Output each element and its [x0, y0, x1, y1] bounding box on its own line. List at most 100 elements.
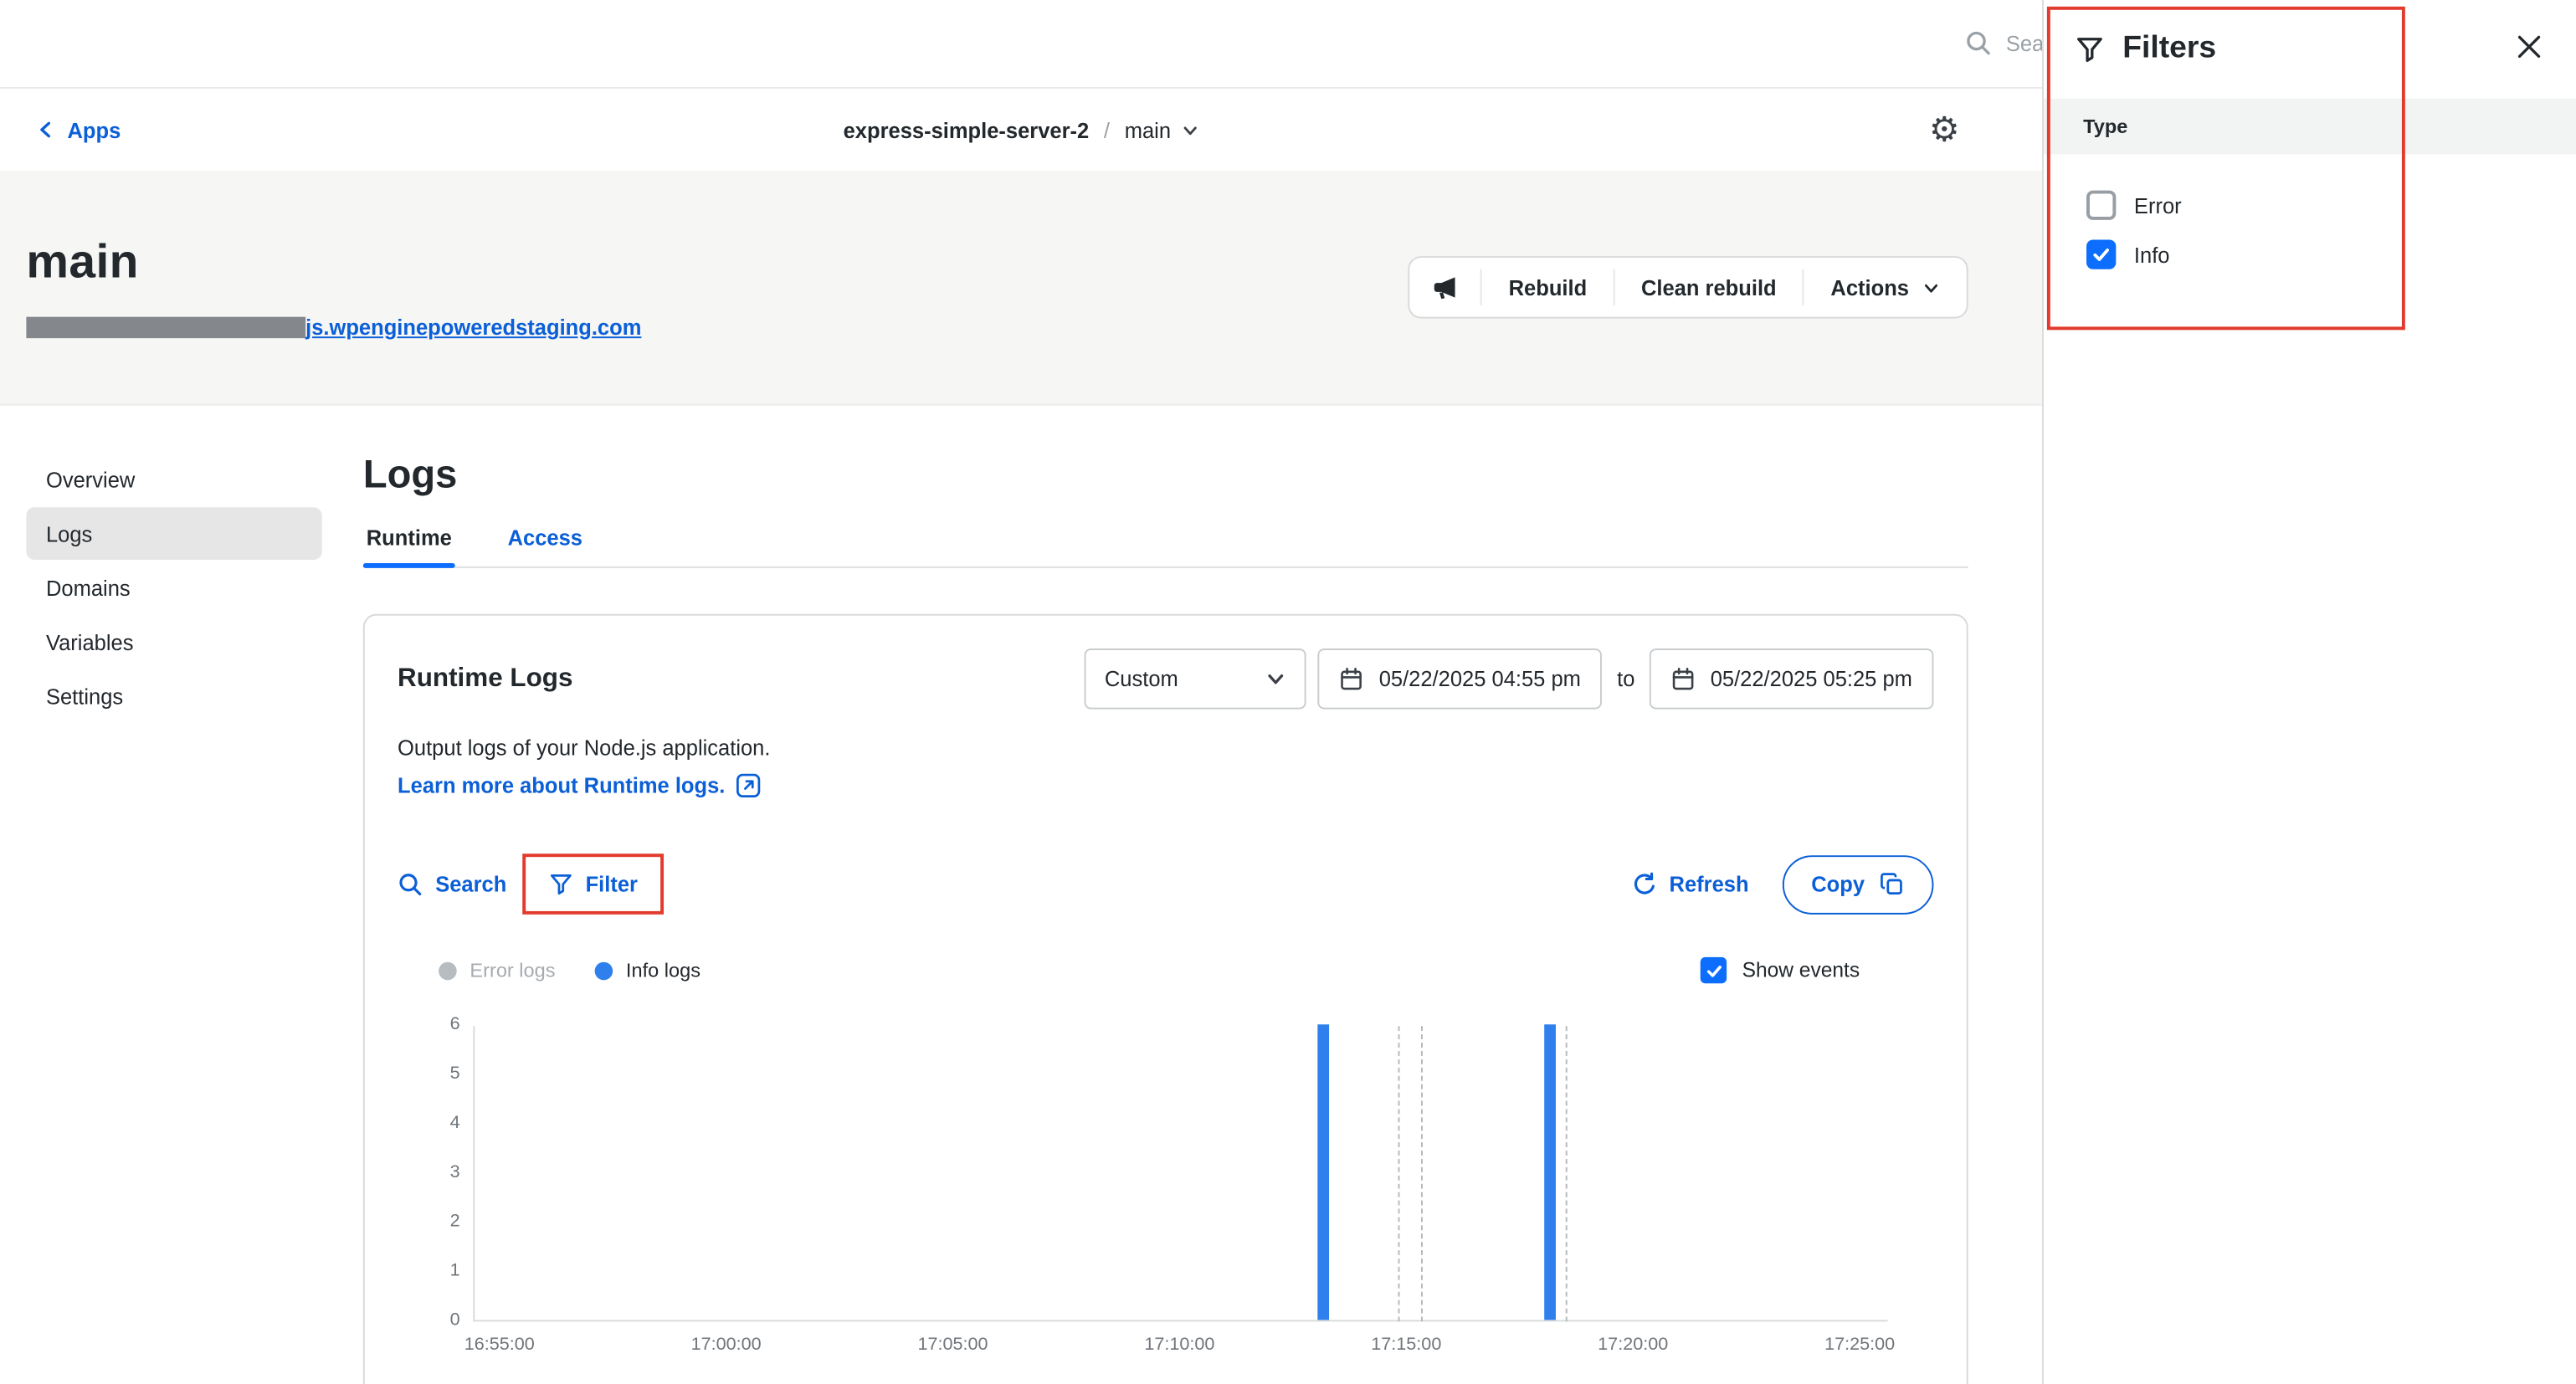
log-bar	[1317, 1024, 1329, 1320]
search-label: Search	[435, 872, 506, 896]
filter-option-error[interactable]: Error	[2044, 181, 2576, 230]
actions-menu-button[interactable]: Actions	[1804, 258, 1967, 317]
log-bar	[1544, 1024, 1556, 1320]
date-from-value: 05/22/2025 04:55 pm	[1379, 667, 1581, 691]
y-axis-label: 2	[398, 1212, 460, 1232]
tab-access[interactable]: Access	[505, 525, 586, 566]
y-axis-label: 1	[398, 1261, 460, 1281]
hero-action-group: Rebuild Clean rebuild Actions	[1409, 256, 1968, 319]
chevron-down-icon	[1265, 669, 1287, 690]
megaphone-icon	[1431, 274, 1459, 301]
logs-tabs: Runtime Access	[363, 525, 1968, 568]
filter-label: Filter	[586, 872, 638, 896]
clean-rebuild-button[interactable]: Clean rebuild	[1615, 258, 1803, 317]
main-column: Search Apps express-simple-server-2 / ma…	[0, 0, 2042, 1384]
copy-logs-button[interactable]: Copy	[1782, 854, 1934, 914]
refresh-button[interactable]: Refresh	[1631, 871, 1748, 897]
info-checkbox[interactable]	[2086, 239, 2116, 269]
copy-icon	[1880, 872, 1904, 896]
chart-legend: Error logs Info logs S	[398, 957, 1933, 983]
sidebar-item-settings[interactable]: Settings	[26, 669, 321, 722]
date-from-input[interactable]: 05/22/2025 04:55 pm	[1318, 648, 1602, 710]
breadcrumb: express-simple-server-2 / main	[0, 89, 2042, 171]
y-axis-label: 6	[398, 1015, 460, 1035]
x-axis-label: 17:25:00	[1804, 1335, 1915, 1355]
y-axis-label: 0	[398, 1310, 460, 1330]
show-events-label: Show events	[1742, 959, 1860, 982]
info-logs-dot	[595, 961, 613, 980]
search-logs-button[interactable]: Search	[398, 871, 506, 897]
sidebar-nav: Overview Logs Domains Variables Settings	[26, 454, 321, 1384]
environment-url-link[interactable]: js.wpenginepoweredstaging.com	[305, 315, 641, 340]
sidebar-item-logs[interactable]: Logs	[26, 507, 321, 560]
y-axis-label: 3	[398, 1162, 460, 1182]
close-icon[interactable]	[2515, 33, 2543, 60]
funnel-icon	[2075, 34, 2104, 64]
time-range-controls: Custom	[1085, 648, 1933, 710]
filter-options: Error Info	[2044, 154, 2576, 279]
filter-highlight-annotation: Filter	[523, 853, 664, 915]
range-select[interactable]: Custom	[1085, 648, 1306, 710]
filters-drawer: Filters Type Error Info	[2042, 0, 2576, 1384]
learn-more-label: Learn more about Runtime logs.	[398, 773, 725, 797]
event-marker-line	[1421, 1026, 1423, 1321]
x-axis-label: 17:20:00	[1577, 1335, 1688, 1355]
x-axis-label: 16:55:00	[444, 1335, 555, 1355]
sidebar-item-overview[interactable]: Overview	[26, 454, 321, 506]
card-description: Output logs of your Node.js application.	[398, 736, 1933, 760]
filters-header: Filters	[2044, 0, 2576, 99]
redacted-url-segment	[26, 317, 305, 339]
runtime-chart: 16:55:0017:00:0017:05:0017:10:0017:15:00…	[398, 1007, 1933, 1381]
show-events-toggle[interactable]: Show events	[1701, 957, 1860, 983]
search-icon	[1965, 29, 1993, 57]
log-toolbar: Search Filter	[398, 853, 1933, 915]
refresh-icon	[1631, 871, 1657, 897]
logs-page: Logs Runtime Access Runtime Logs Custom	[363, 454, 1968, 1384]
calendar-icon	[1671, 667, 1696, 691]
settings-gear-icon[interactable]: ⚙	[1929, 89, 1960, 171]
to-label: to	[1614, 667, 1638, 691]
y-axis-label: 5	[398, 1064, 460, 1084]
x-axis-label: 17:10:00	[1124, 1335, 1235, 1355]
funnel-icon	[549, 872, 573, 896]
x-axis-label: 17:00:00	[670, 1335, 782, 1355]
info-logs-label: Info logs	[626, 959, 700, 982]
sidebar-item-variables[interactable]: Variables	[26, 616, 321, 669]
page-title: Logs	[363, 454, 1968, 500]
environment-hero: main js.wpenginepoweredstaging.com Rebui…	[0, 171, 2042, 406]
navbar: Apps express-simple-server-2 / main ⚙	[0, 89, 2042, 171]
error-logs-label: Error logs	[470, 959, 555, 982]
date-to-value: 05/22/2025 05:25 pm	[1711, 667, 1912, 691]
legend-info-logs[interactable]: Info logs	[595, 959, 700, 982]
legend-error-logs[interactable]: Error logs	[439, 959, 555, 982]
rebuild-button[interactable]: Rebuild	[1482, 258, 1613, 317]
tab-runtime[interactable]: Runtime	[363, 525, 455, 566]
show-events-checkbox[interactable]	[1701, 957, 1727, 983]
app-window: Search Apps express-simple-server-2 / ma…	[0, 0, 2576, 1384]
filter-option-info[interactable]: Info	[2044, 230, 2576, 279]
learn-more-link[interactable]: Learn more about Runtime logs.	[398, 773, 1933, 797]
x-axis-label: 17:05:00	[897, 1335, 1008, 1355]
error-checkbox[interactable]	[2086, 191, 2116, 220]
date-to-input[interactable]: 05/22/2025 05:25 pm	[1650, 648, 1933, 710]
runtime-logs-card: Runtime Logs Custom	[363, 614, 1968, 1384]
filter-section-type: Type	[2044, 99, 2576, 155]
range-selected-value: Custom	[1105, 667, 1178, 691]
event-marker-line	[1565, 1026, 1567, 1321]
sidebar-item-domains[interactable]: Domains	[26, 561, 321, 614]
announcement-button[interactable]	[1410, 258, 1480, 317]
environment-title: main	[26, 237, 138, 291]
y-axis-label: 4	[398, 1113, 460, 1133]
toolbar-right-group: Refresh Copy	[1631, 854, 1933, 914]
chart-plot: 16:55:0017:00:0017:05:0017:10:0017:15:00…	[473, 1026, 1887, 1321]
filter-logs-button[interactable]: Filter	[549, 872, 638, 896]
environment-switcher[interactable]: main	[1125, 117, 1199, 141]
environment-url-row: js.wpenginepoweredstaging.com	[26, 315, 641, 340]
external-link-icon	[736, 773, 761, 797]
card-header: Runtime Logs Custom	[398, 648, 1933, 710]
info-option-label: Info	[2134, 242, 2170, 266]
filters-title: Filters	[2122, 31, 2216, 67]
search-icon	[398, 871, 423, 897]
refresh-label: Refresh	[1670, 872, 1749, 896]
error-logs-dot	[439, 961, 457, 980]
